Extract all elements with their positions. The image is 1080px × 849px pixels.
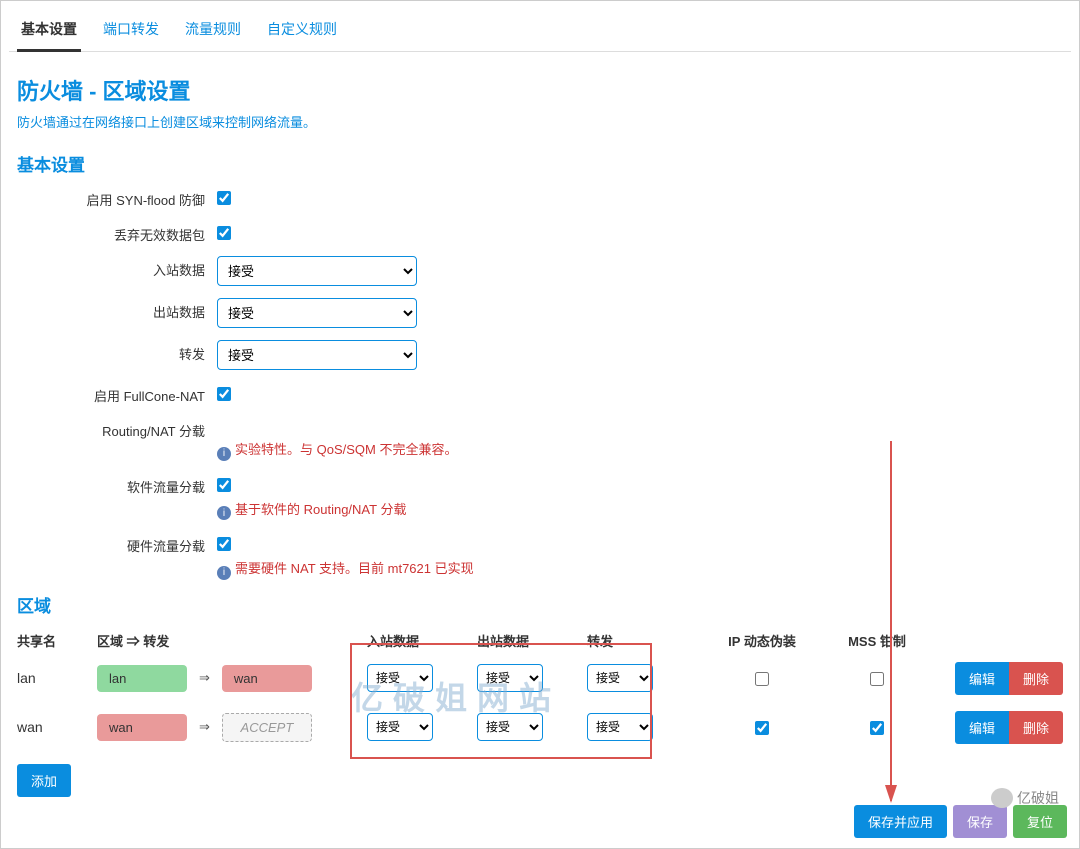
fullcone-checkbox[interactable] [217, 387, 231, 401]
col-fw: 转发 [587, 631, 697, 650]
info-icon: i [217, 506, 231, 520]
label-routing: Routing/NAT 分载 [17, 417, 217, 440]
edit-button[interactable]: 编辑 [955, 711, 1009, 744]
zone-row-lan: lan lan ⇒ wan 接受 接受 接受 编辑 删除 [9, 654, 1071, 703]
hardflow-checkbox[interactable] [217, 537, 231, 551]
zone-name: wan [17, 719, 97, 735]
arrow-icon: ⇒ [199, 670, 210, 686]
output-select[interactable]: 接受 [217, 298, 417, 328]
zone-table-header: 共享名 区域 ⇒ 转发 入站数据 出站数据 转发 IP 动态伪装 MSS 钳制 [9, 627, 1071, 654]
page-title: 防火墙 - 区域设置 [17, 74, 1071, 106]
save-button[interactable]: 保存 [953, 805, 1007, 838]
wan-input-select[interactable]: 接受 [367, 713, 433, 741]
col-in: 入站数据 [367, 631, 477, 650]
footer-buttons: 保存并应用 保存 复位 [854, 805, 1067, 838]
info-icon: i [217, 447, 231, 461]
softflow-checkbox[interactable] [217, 478, 231, 492]
section-basic-header: 基本设置 [17, 151, 1071, 176]
tab-traffic[interactable]: 流量规则 [181, 13, 245, 51]
zone-badge-accept: ACCEPT [222, 713, 312, 742]
wan-output-select[interactable]: 接受 [477, 713, 543, 741]
lan-input-select[interactable]: 接受 [367, 664, 433, 692]
label-synflood: 启用 SYN-flood 防御 [17, 186, 217, 209]
drop-checkbox[interactable] [217, 226, 231, 240]
tab-portfwd[interactable]: 端口转发 [99, 13, 163, 51]
tab-bar: 基本设置 端口转发 流量规则 自定义规则 [9, 5, 1071, 52]
zone-row-wan: wan wan ⇒ ACCEPT 接受 接受 接受 编辑 删除 [9, 703, 1071, 752]
zone-badge-wan: wan [97, 714, 187, 741]
lan-masq-checkbox[interactable] [755, 672, 769, 686]
label-fullcone: 启用 FullCone-NAT [17, 382, 217, 405]
delete-button[interactable]: 删除 [1009, 662, 1063, 695]
label-output: 出站数据 [17, 298, 217, 321]
forward-select[interactable]: 接受 [217, 340, 417, 370]
wan-forward-select[interactable]: 接受 [587, 713, 653, 741]
label-hardflow: 硬件流量分载 [17, 532, 217, 555]
section-zone-header: 区域 [17, 592, 1071, 617]
wan-masq-checkbox[interactable] [755, 721, 769, 735]
basic-form: 启用 SYN-flood 防御 丢弃无效数据包 入站数据 接受 出站数据 接受 … [17, 186, 1071, 580]
col-out: 出站数据 [477, 631, 587, 650]
col-name: 共享名 [17, 631, 97, 650]
lan-output-select[interactable]: 接受 [477, 664, 543, 692]
lan-mss-checkbox[interactable] [870, 672, 884, 686]
tab-basic[interactable]: 基本设置 [17, 13, 81, 52]
zone-table: 共享名 区域 ⇒ 转发 入站数据 出站数据 转发 IP 动态伪装 MSS 钳制 … [9, 627, 1071, 752]
page-desc: 防火墙通过在网络接口上创建区域来控制网络流量。 [17, 112, 1071, 131]
delete-button[interactable]: 删除 [1009, 711, 1063, 744]
info-icon: i [217, 566, 231, 580]
edit-button[interactable]: 编辑 [955, 662, 1009, 695]
col-fwd: 区域 ⇒ 转发 [97, 631, 367, 650]
hint-softflow: i基于软件的 Routing/NAT 分载 [217, 499, 1071, 521]
col-masq: IP 动态伪装 [697, 631, 827, 650]
col-mss: MSS 钳制 [827, 631, 927, 650]
zone-badge-wan: wan [222, 665, 312, 692]
hint-hardflow: i需要硬件 NAT 支持。目前 mt7621 已实现 [217, 558, 1071, 580]
label-softflow: 软件流量分载 [17, 473, 217, 496]
zone-name: lan [17, 670, 97, 686]
label-input: 入站数据 [17, 256, 217, 279]
synflood-checkbox[interactable] [217, 191, 231, 205]
add-button[interactable]: 添加 [17, 764, 71, 797]
arrow-icon: ⇒ [199, 719, 210, 735]
wan-mss-checkbox[interactable] [870, 721, 884, 735]
label-forward: 转发 [17, 340, 217, 363]
reset-button[interactable]: 复位 [1013, 805, 1067, 838]
zone-badge-lan: lan [97, 665, 187, 692]
save-apply-button[interactable]: 保存并应用 [854, 805, 947, 838]
lan-forward-select[interactable]: 接受 [587, 664, 653, 692]
tab-custom[interactable]: 自定义规则 [263, 13, 341, 51]
label-drop: 丢弃无效数据包 [17, 221, 217, 244]
hint-routing: i实验特性。与 QoS/SQM 不完全兼容。 [217, 439, 1071, 461]
input-select[interactable]: 接受 [217, 256, 417, 286]
